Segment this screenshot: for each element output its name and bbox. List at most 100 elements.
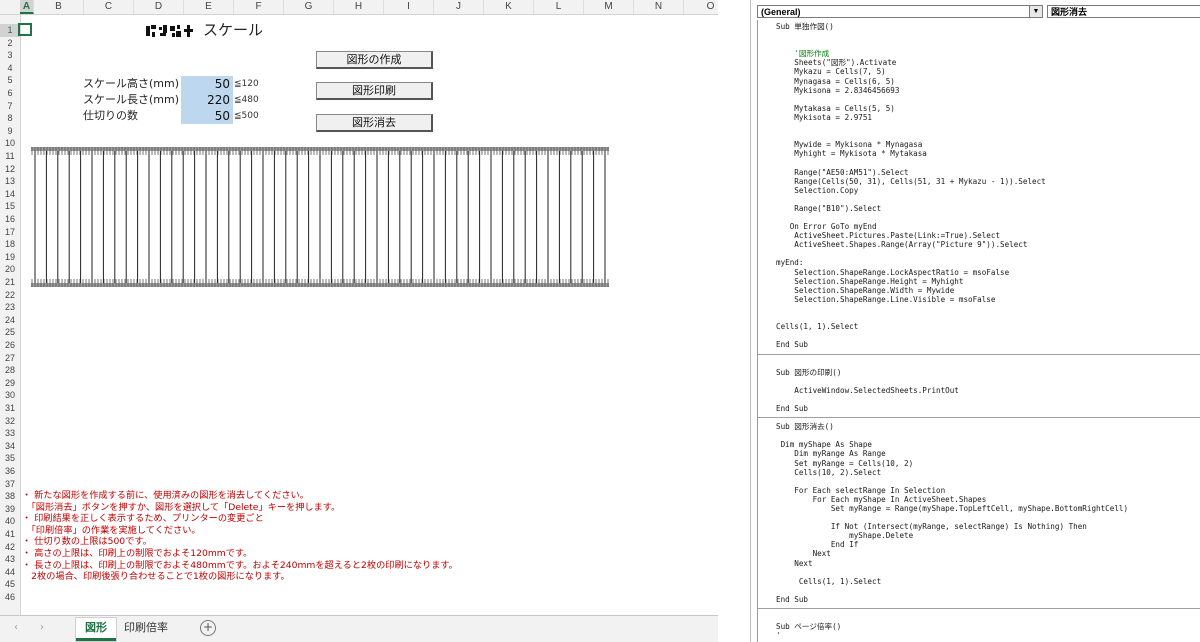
code-line: Dim myRange As Range — [776, 449, 886, 459]
scale-height-input[interactable]: 50 — [181, 76, 233, 92]
row-header-23[interactable]: 23 — [0, 301, 20, 314]
column-header-m[interactable]: M — [584, 0, 634, 14]
row-header-44[interactable]: 44 — [0, 566, 20, 579]
row-header-43[interactable]: 43 — [0, 553, 20, 566]
column-header-d[interactable]: D — [134, 0, 184, 14]
row-header-20[interactable]: 20 — [0, 263, 20, 276]
column-header-c[interactable]: C — [84, 0, 134, 14]
row-header-33[interactable]: 33 — [0, 427, 20, 440]
row-header-9[interactable]: 9 — [0, 125, 20, 138]
row-header-16[interactable]: 16 — [0, 213, 20, 226]
code-line: Cells(10, 2).Select — [776, 467, 882, 477]
row-header-35[interactable]: 35 — [0, 452, 20, 465]
code-line: Sub 図形の印刷() — [776, 367, 842, 377]
column-header-a[interactable]: A — [20, 0, 34, 14]
column-header-f[interactable]: F — [234, 0, 284, 14]
procedure-dropdown[interactable]: 図形消去 — [1047, 5, 1200, 18]
column-header-h[interactable]: H — [334, 0, 384, 14]
row-header-10[interactable]: 10 — [0, 137, 20, 150]
row-header-28[interactable]: 28 — [0, 364, 20, 377]
row-header-24[interactable]: 24 — [0, 314, 20, 327]
column-header-k[interactable]: K — [484, 0, 534, 14]
column-header-i[interactable]: I — [384, 0, 434, 14]
code-line: Sub 単独作図() — [776, 22, 834, 31]
tab-zukei[interactable]: 図形 — [76, 618, 116, 641]
add-sheet-icon[interactable]: + — [200, 620, 216, 636]
print-shape-button[interactable]: 図形印刷 — [316, 82, 433, 100]
row-header-13[interactable]: 13 — [0, 175, 20, 188]
prev-sheet-icon[interactable]: ‹ — [14, 622, 18, 633]
column-header-n[interactable]: N — [634, 0, 684, 14]
row-header-45[interactable]: 45 — [0, 578, 20, 591]
tab-print-ratio[interactable]: 印刷倍率 — [118, 618, 174, 638]
code-editor[interactable]: Sub 単独作図() '図形作成 Sheets("図形").Activate M… — [757, 20, 1200, 642]
active-cell-a1[interactable] — [18, 23, 32, 36]
column-header-o[interactable]: O — [684, 0, 718, 14]
row-header-39[interactable]: 39 — [0, 503, 20, 516]
row-header-21[interactable]: 21 — [0, 276, 20, 289]
row-header-7[interactable]: 7 — [0, 100, 20, 113]
row-header-11[interactable]: 11 — [0, 150, 20, 163]
row-header-3[interactable]: 3 — [0, 49, 20, 62]
select-all-corner[interactable] — [0, 0, 21, 14]
code-line: Selection.ShapeRange.Height = Myhight — [776, 276, 964, 286]
chevron-down-icon[interactable]: ▼ — [1029, 6, 1042, 17]
row-header-46[interactable]: 46 — [0, 591, 20, 604]
row-header-27[interactable]: 27 — [0, 352, 20, 365]
row-header-17[interactable]: 17 — [0, 226, 20, 239]
row-header-40[interactable]: 40 — [0, 515, 20, 528]
column-header-j[interactable]: J — [434, 0, 484, 14]
object-dropdown[interactable]: (General) ▼ — [757, 5, 1043, 18]
row-header-12[interactable]: 12 — [0, 163, 20, 176]
row-header-26[interactable]: 26 — [0, 339, 20, 352]
row-header-14[interactable]: 14 — [0, 188, 20, 201]
division-count-input[interactable]: 50 — [181, 108, 233, 124]
row-header-37[interactable]: 37 — [0, 478, 20, 491]
code-line: Range("B10").Select — [776, 203, 882, 213]
scale-shape[interactable] — [31, 147, 609, 287]
column-header-l[interactable]: L — [534, 0, 584, 14]
code-line: Mykisota = 2.9751 — [776, 112, 873, 122]
next-sheet-icon[interactable]: › — [40, 622, 44, 633]
row-header-2[interactable]: 2 — [0, 37, 20, 50]
column-header-e[interactable]: E — [184, 0, 234, 14]
row-header-38[interactable]: 38 — [0, 490, 20, 503]
row-header-5[interactable]: 5 — [0, 74, 20, 87]
code-line: Mykazu = Cells(7, 5) — [776, 67, 886, 77]
row-header-30[interactable]: 30 — [0, 389, 20, 402]
code-line: Selection.ShapeRange.LockAspectRatio = m… — [776, 267, 1010, 277]
row-header-36[interactable]: 36 — [0, 465, 20, 478]
column-header-b[interactable]: B — [34, 0, 84, 14]
row-header-15[interactable]: 15 — [0, 200, 20, 213]
code-line: Myhight = Mykisota * Mytakasa — [776, 149, 927, 159]
row-header-1[interactable]: 1 — [0, 24, 20, 37]
row-header-41[interactable]: 41 — [0, 528, 20, 541]
excel-window: ABCDEFGHIJKLMNO 1 2 3 4 5 6 7 8 9 10 11 12 13 14 15 16 1… — [0, 0, 718, 642]
row-header-6[interactable]: 6 — [0, 87, 20, 100]
code-line: Set myRange = Cells(10, 2) — [776, 458, 914, 468]
row-header-18[interactable]: 18 — [0, 238, 20, 251]
sheet-title: スケール — [145, 20, 263, 40]
column-header-g[interactable]: G — [284, 0, 334, 14]
row-header-4[interactable]: 4 — [0, 62, 20, 75]
erase-shape-button[interactable]: 図形消去 — [316, 114, 433, 132]
row-header-32[interactable]: 32 — [0, 415, 20, 428]
create-shape-button[interactable]: 図形の作成 — [316, 51, 433, 69]
row-header-19[interactable]: 19 — [0, 251, 20, 264]
vba-toolbar: (General) ▼ 図形消去 — [751, 3, 1200, 19]
scale-length-input[interactable]: 220 — [181, 92, 233, 108]
row-header-8[interactable]: 8 — [0, 112, 20, 125]
row-header-31[interactable]: 31 — [0, 402, 20, 415]
row-header-42[interactable]: 42 — [0, 541, 20, 554]
row-header-29[interactable]: 29 — [0, 377, 20, 390]
row-header-34[interactable]: 34 — [0, 440, 20, 453]
row-header-25[interactable]: 25 — [0, 326, 20, 339]
row-header-22[interactable]: 22 — [0, 289, 20, 302]
